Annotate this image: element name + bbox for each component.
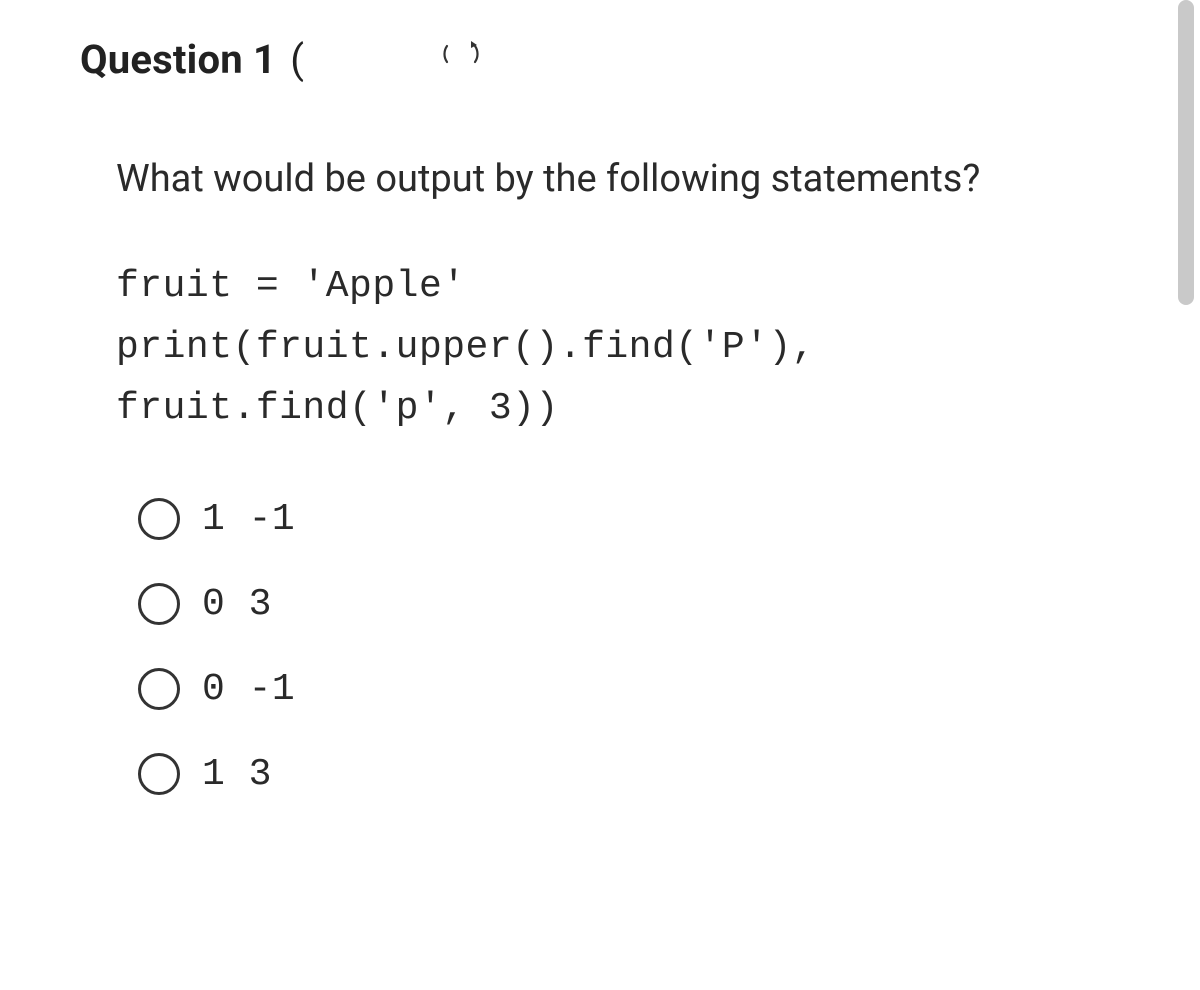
option-label: 0 3 [202,583,272,626]
loading-icon [439,32,483,86]
code-block: fruit = 'Apple' print(fruit.upper().find… [116,257,1020,439]
option-2[interactable]: 0 3 [138,583,1020,626]
question-prefix: Question [80,36,253,83]
option-label: 1 -1 [202,498,295,541]
scrollbar[interactable] [1178,0,1194,305]
radio-icon[interactable] [138,668,180,710]
code-line-2: print(fruit.upper().find('P'), [116,326,815,369]
option-4[interactable]: 1 3 [138,753,1020,796]
radio-icon[interactable] [138,498,180,540]
question-body: What would be output by the following st… [80,150,1020,795]
code-line-3: fruit.find('p', 3)) [116,387,559,430]
option-3[interactable]: 0 -1 [138,668,1020,711]
question-prompt: What would be output by the following st… [116,150,1020,209]
code-line-1: fruit = 'Apple' [116,265,466,308]
paren-open: ( [280,36,304,83]
radio-icon[interactable] [138,583,180,625]
option-label: 1 3 [202,753,272,796]
question-header: Question 1 ( [80,36,1020,86]
option-label: 0 -1 [202,668,295,711]
radio-icon[interactable] [138,753,180,795]
option-1[interactable]: 1 -1 [138,498,1020,541]
question-number: 1 [253,36,276,83]
question-container: Question 1 ( What would be output by the… [0,0,1100,796]
options-list: 1 -1 0 3 0 -1 1 3 [116,498,1020,796]
